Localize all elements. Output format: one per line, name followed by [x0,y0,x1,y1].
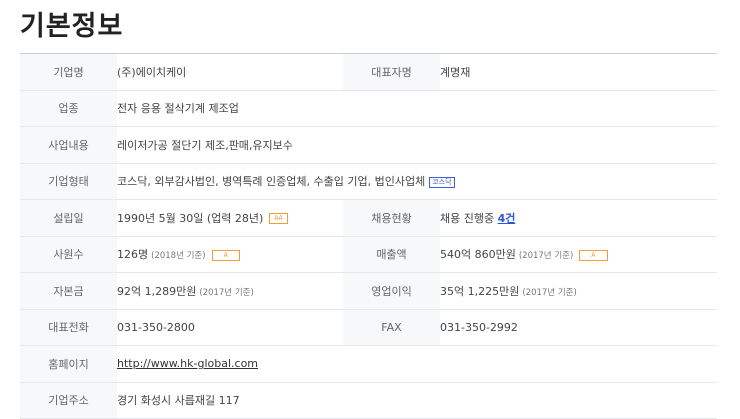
table-row: 기업주소 경기 화성시 사릅재길 117 [20,382,717,419]
business-label: 사업내용 [20,126,117,164]
operating-profit-note: (2017년 기준) [522,287,577,298]
table-row: 홈페이지 http://www.hk-global.com [20,345,717,383]
company-type-value: 코스닥, 외부감사법인, 병역특례 인증업체, 수출입 기업, 법인사업체 [117,175,426,189]
revenue-value: 540억 860만원 [440,248,516,262]
rating-badge[interactable]: AA [269,213,288,225]
ceo-label: 대표자명 [343,53,440,91]
table-row: 기업형태 코스닥, 외부감사법인, 병역특례 인증업체, 수출입 기업, 법인사… [20,163,717,200]
homepage-link[interactable]: http://www.hk-global.com [117,357,258,370]
company-type-cell: 코스닥, 외부감사법인, 병역특례 인증업체, 수출입 기업, 법인사업체 코스닥 [117,163,717,200]
rating-badge[interactable]: A [211,249,240,261]
hiring-label: 채용현황 [343,199,440,237]
company-info-table: 기업명 (주)에이치케이 대표자명 계명재 업종 전자 응용 절삭기계 제조업 … [20,53,717,419]
table-row: 대표전화 031-350-2800 FAX 031-350-2992 [20,309,717,346]
address-label: 기업주소 [20,382,117,419]
company-name-value: (주)에이치케이 [117,53,343,91]
table-row: 설립일 1990년 5월 30일 (업력 28년) AA 채용현황 채용 진행중 … [20,199,717,237]
revenue-note: (2017년 기준) [518,251,574,262]
ceo-value: 계명재 [440,53,717,91]
rating-badge[interactable]: A [579,249,608,261]
table-row: 기업명 (주)에이치케이 대표자명 계명재 [20,53,717,91]
employees-label: 사원수 [20,236,117,273]
table-row: 자본금 92억 1,289만원 (2017년 기준) 영업이익 35억 1,225… [20,272,717,310]
capital-note: (2017년 기준) [199,287,254,298]
homepage-cell: http://www.hk-global.com [117,345,717,383]
fax-value: 031-350-2992 [440,309,717,346]
hiring-count-link[interactable]: 4건 [498,212,516,225]
homepage-label: 홈페이지 [20,345,117,383]
business-value: 레이저가공 절단기 제조,판매,유지보수 [117,126,717,164]
industry-value: 전자 응용 절삭기계 제조업 [117,90,717,127]
page-title: 기본정보 [20,11,124,42]
table-row: 업종 전자 응용 절삭기계 제조업 [20,90,717,127]
operating-profit-value: 35억 1,225만원 [440,284,520,298]
fax-label: FAX [343,309,440,346]
capital-value: 92억 1,289만원 [117,284,197,298]
company-name-label: 기업명 [20,53,117,91]
address-value: 경기 화성시 사릅재길 117 [117,382,717,419]
phone-value: 031-350-2800 [117,309,343,346]
capital-cell: 92억 1,289만원 (2017년 기준) [117,272,343,310]
employees-note: (2018년 기준) [151,251,206,262]
table-row: 사업내용 레이저가공 절단기 제조,판매,유지보수 [20,126,717,164]
phone-label: 대표전화 [20,309,117,346]
revenue-label: 매출액 [343,236,440,273]
capital-label: 자본금 [20,272,117,310]
table-row: 사원수 126명 (2018년 기준) A 매출액 540억 860만원 (2017년… [20,236,717,273]
revenue-cell: 540억 860만원 (2017년 기준) A [440,236,717,273]
employees-value: 126명 [117,248,149,262]
founded-label: 설립일 [20,199,117,237]
industry-label: 업종 [20,90,117,127]
kosdaq-badge: 코스닥 [429,176,455,188]
hiring-status: 채용 진행중 [440,211,495,225]
founded-cell: 1990년 5월 30일 (업력 28년) AA [117,199,343,237]
founded-value: 1990년 5월 30일 (업력 28년) [117,211,264,225]
operating-profit-label: 영업이익 [343,272,440,310]
hiring-cell: 채용 진행중 4건 [440,199,717,237]
operating-profit-cell: 35억 1,225만원 (2017년 기준) [440,272,717,310]
company-type-label: 기업형태 [20,163,117,200]
employees-cell: 126명 (2018년 기준) A [117,236,343,273]
